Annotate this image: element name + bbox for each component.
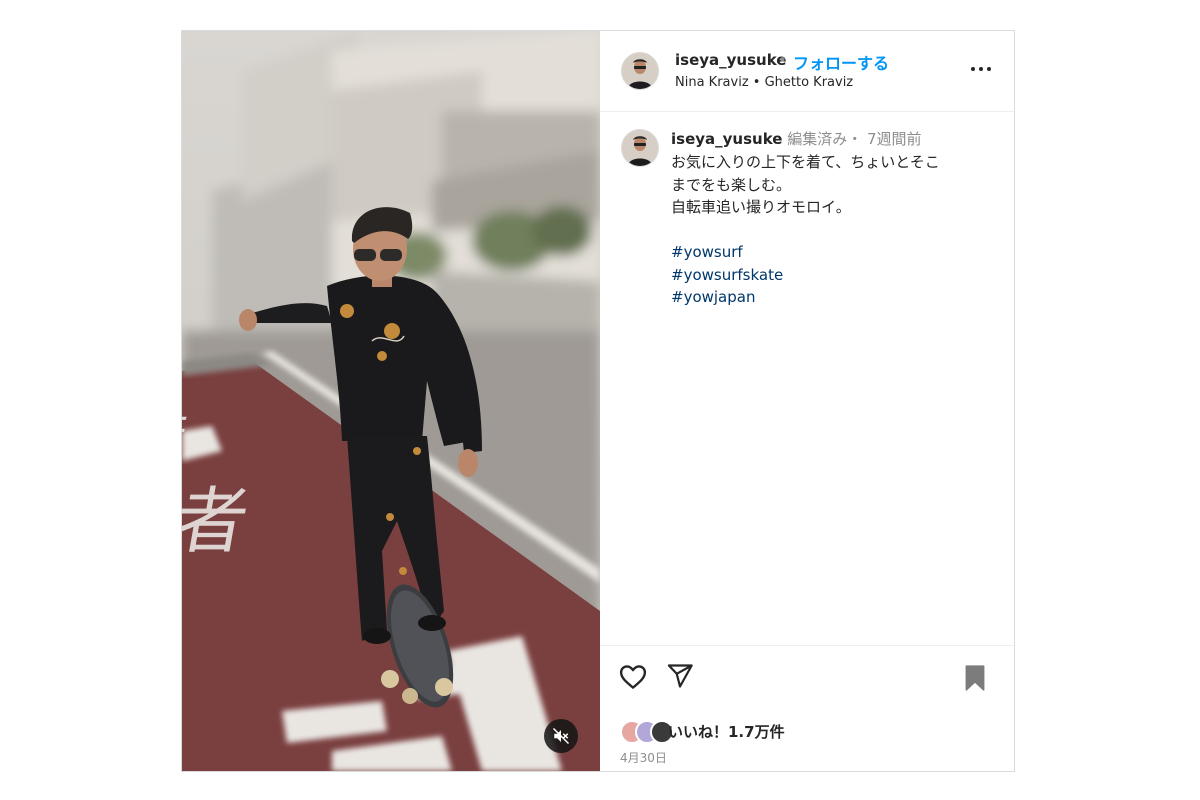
profile-photo [622, 130, 658, 166]
post-media[interactable]: 歩 行 者 [182, 31, 600, 771]
hashtags: #yowsurf #yowsurfskate #yowjapan [671, 241, 783, 309]
like-button[interactable] [618, 662, 648, 696]
speaker-muted-icon [552, 727, 570, 745]
username-link[interactable]: iseya_yusuke [675, 51, 786, 69]
bookmark-icon [965, 665, 985, 691]
save-button[interactable] [962, 664, 988, 696]
caption-meta: 編集済み・ 7週間前 [782, 130, 922, 148]
caption-line: までをも楽しむ。 [671, 175, 792, 194]
likes-count[interactable]: いいね！1.7万件 [668, 721, 785, 742]
separator-dot: • [778, 51, 787, 69]
hashtag-link[interactable]: #yowsurf [671, 241, 783, 264]
caption-text: お気に入りの上下を着て、ちょいとそこ までをも楽しむ。 自転車追い撮りオモロイ。 [671, 151, 1001, 219]
post-header: iseya_yusuke • フォローする Nina Kraviz • Ghet… [600, 31, 1014, 112]
caption-header: iseya_yusuke 編集済み・ 7週間前 [671, 128, 922, 149]
hashtag-link[interactable]: #yowsurfskate [671, 264, 783, 287]
audio-link[interactable]: Nina Kraviz • Ghetto Kraviz [675, 75, 853, 90]
avatar[interactable] [621, 52, 659, 90]
more-options-icon[interactable] [968, 59, 994, 79]
hashtag-link[interactable]: #yowjapan [671, 286, 783, 309]
caption-line: 自転車追い撮りオモロイ。 [671, 198, 851, 216]
paper-plane-icon [667, 664, 693, 688]
caption-username[interactable]: iseya_yusuke [671, 130, 782, 148]
instagram-post: 歩 行 者 [181, 30, 1015, 772]
follow-button[interactable]: フォローする [793, 50, 889, 74]
caption-line: お気に入りの上下を着て、ちょいとそこ [671, 153, 940, 171]
skateboard-photo: 歩 行 者 [182, 31, 600, 771]
profile-photo [622, 53, 658, 89]
caption-avatar[interactable] [621, 129, 659, 167]
post-actions: いいね！1.7万件 4月30日 [600, 645, 1014, 772]
heart-icon [619, 665, 647, 689]
share-button[interactable] [666, 662, 694, 694]
post-date[interactable]: 4月30日 [620, 749, 667, 766]
mute-button[interactable] [544, 719, 578, 753]
post-side-panel: iseya_yusuke • フォローする Nina Kraviz • Ghet… [600, 31, 1014, 771]
